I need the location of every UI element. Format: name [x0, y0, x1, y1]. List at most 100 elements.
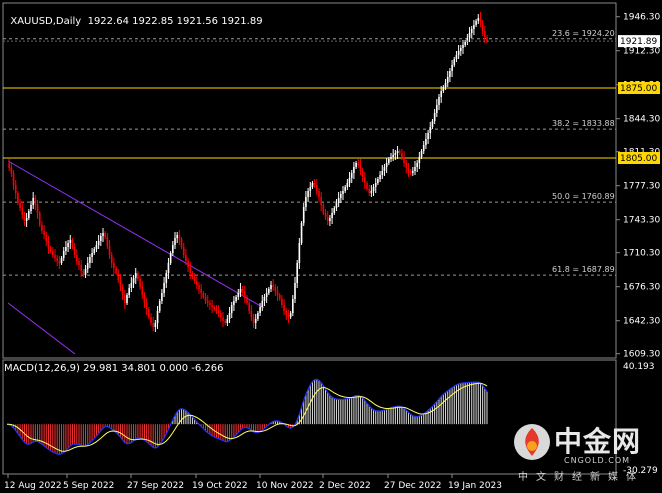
candle-body: [182, 247, 185, 255]
candle-body: [189, 267, 192, 273]
candle-body: [110, 255, 113, 263]
candle-body: [272, 285, 274, 287]
candle-body: [43, 231, 45, 235]
candle-body: [30, 205, 32, 211]
candle-body: [41, 225, 43, 231]
candle-body: [54, 255, 56, 258]
candle-body: [178, 235, 181, 239]
price-tick-label: 1710.30: [623, 249, 660, 259]
price-tick-label: 1676.30: [623, 283, 660, 293]
candle-body: [407, 168, 410, 171]
candle-body: [446, 77, 449, 83]
candle-body: [335, 203, 338, 208]
candle-body: [209, 303, 211, 305]
time-axis-label: 10 Nov 2022: [256, 481, 314, 491]
candle-body: [263, 297, 266, 301]
candle-body: [248, 303, 250, 311]
candle-body: [84, 269, 87, 275]
fib-level-label: 23.6 = 1924.20: [552, 29, 615, 38]
candle-body: [161, 293, 163, 301]
candle-body: [34, 198, 37, 205]
candle-body: [265, 293, 268, 297]
candle-body: [374, 183, 377, 187]
candle-body: [283, 305, 285, 311]
candle-body: [49, 248, 52, 251]
watermark: 中金网 CNGOLD.COM 中文财经新媒体: [508, 420, 658, 483]
price-tick-label: 1609.30: [623, 350, 660, 360]
candle-body: [65, 247, 67, 251]
candle-body: [191, 273, 194, 277]
candle-body: [414, 167, 416, 171]
high-value: 1922.85: [132, 16, 174, 27]
candle-body: [124, 295, 126, 303]
candle-body: [200, 289, 202, 293]
candle-body: [462, 45, 464, 48]
candle-body: [355, 163, 357, 167]
candle-body: [442, 87, 445, 91]
candle-body: [390, 157, 392, 159]
candle-body: [226, 319, 229, 323]
candle-body: [25, 218, 28, 221]
candle-body: [331, 213, 333, 218]
candle-body: [294, 283, 296, 299]
candle-body: [137, 273, 139, 279]
candle-body: [145, 303, 148, 309]
time-axis-label: 19 Jan 2023: [448, 481, 502, 491]
candle-body: [139, 279, 141, 287]
candle-body: [14, 185, 17, 193]
candle-body: [156, 311, 159, 323]
candle-body: [473, 25, 475, 29]
price-tick-label: 1844.30: [623, 115, 660, 125]
candle-body: [213, 307, 216, 309]
candle-body: [10, 168, 13, 173]
low-value: 1921.56: [176, 16, 219, 27]
candle-body: [241, 289, 244, 291]
candle-body: [12, 173, 15, 185]
candle-body: [128, 288, 130, 295]
candle-body: [246, 297, 248, 303]
candle-body: [392, 155, 394, 157]
candle-body: [76, 255, 78, 261]
candle-body: [215, 309, 218, 311]
candle-body: [316, 185, 318, 191]
candle-body: [368, 189, 370, 193]
candle-body: [429, 127, 432, 133]
candle-body: [154, 323, 157, 327]
candle-body: [163, 283, 165, 293]
candle-body: [372, 187, 375, 191]
candle-body: [433, 113, 436, 121]
watermark-name: 中金网: [554, 425, 642, 458]
candle-body: [121, 287, 124, 295]
candle-body: [486, 37, 488, 41]
candle-body: [418, 157, 421, 163]
candle-body: [396, 151, 399, 153]
candle-body: [62, 251, 65, 258]
candle-body: [357, 163, 360, 165]
candle-body: [91, 253, 93, 257]
candle-body: [477, 18, 480, 21]
candle-body: [28, 211, 30, 218]
candle-body: [198, 285, 200, 289]
candle-body: [69, 240, 72, 243]
candle-body: [322, 205, 325, 213]
candle-body: [233, 301, 235, 305]
candle-body: [370, 191, 373, 193]
candle-body: [158, 301, 161, 311]
candle-body: [117, 273, 120, 280]
candle-body: [270, 285, 272, 289]
candle-body: [344, 187, 346, 191]
candle-body: [457, 51, 460, 55]
candle-body: [56, 258, 58, 261]
candle-body: [438, 97, 440, 105]
candle-body: [58, 261, 61, 263]
candle-body: [126, 295, 128, 303]
candle-body: [252, 317, 255, 323]
main-panel-frame: [2, 2, 617, 359]
candle-body: [71, 240, 74, 247]
candle-body: [220, 313, 222, 317]
candle-body: [468, 33, 471, 38]
close-value: 1921.89: [221, 16, 263, 27]
candle-body: [481, 23, 484, 31]
candle-body: [422, 145, 425, 151]
candle-body: [346, 183, 349, 187]
